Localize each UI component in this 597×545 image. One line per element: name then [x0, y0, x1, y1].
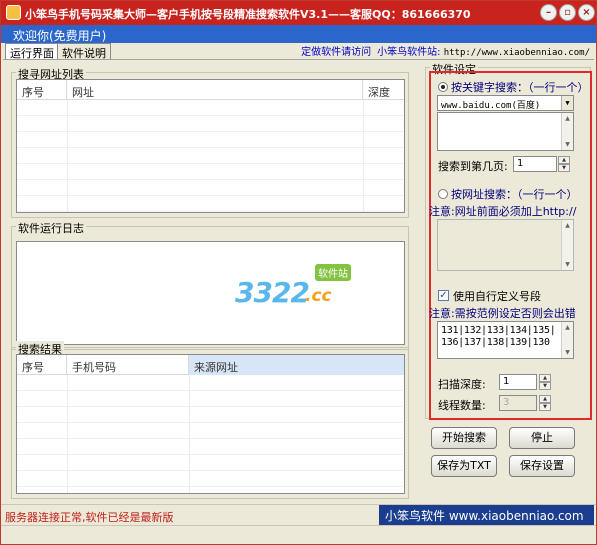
pages-label: 搜索到第几页: — [438, 160, 508, 173]
stepper-up-icon[interactable]: ▲ — [558, 156, 570, 164]
scroll-down-icon[interactable]: ▼ — [562, 347, 573, 358]
stop-button[interactable]: 停止 — [509, 427, 575, 449]
stepper-up-icon[interactable]: ▲ — [539, 395, 551, 403]
threads-stepper[interactable]: ▲ ▼ — [539, 395, 551, 411]
log-title: 软件运行日志 — [16, 220, 86, 236]
results-col-divider — [189, 375, 190, 493]
scroll-down-icon[interactable]: ▼ — [562, 139, 573, 150]
welcome-text: 欢迎你(免费用户) — [13, 29, 107, 43]
scroll-down-icon[interactable]: ▼ — [562, 259, 573, 270]
save-settings-button[interactable]: 保存设置 — [509, 455, 575, 477]
col-source-url[interactable]: 来源网址 — [189, 355, 404, 375]
stepper-up-icon[interactable]: ▲ — [539, 374, 551, 382]
search-engine-value: www.baidu.com(百度) — [441, 101, 541, 111]
url-col-divider — [363, 100, 364, 212]
results-rows — [17, 375, 404, 493]
watermark-suffix: .cc — [305, 286, 332, 306]
segments-scrollbar[interactable]: ▲ ▼ — [561, 322, 573, 358]
tab-run[interactable]: 运行界面 — [5, 43, 59, 60]
scroll-up-icon[interactable]: ▲ — [562, 220, 573, 231]
urls-textarea[interactable]: ▲ ▼ — [437, 219, 574, 271]
status-divider — [1, 525, 596, 526]
status-bar: 服务器连接正常,软件已经是最新版 小笨鸟软件 www.xiaobenniao.c… — [1, 504, 596, 544]
col-index[interactable]: 序号 — [17, 80, 67, 100]
keyword-search-radio[interactable] — [438, 82, 448, 92]
start-search-button[interactable]: 开始搜索 — [431, 427, 497, 449]
brand-banner[interactable]: 小笨鸟软件 www.xiaobenniao.com — [379, 505, 594, 525]
search-engine-select[interactable]: www.baidu.com(百度) ▼ — [437, 95, 574, 111]
col-url[interactable]: 网址 — [67, 80, 363, 100]
window-title: 小笨鸟手机号码采集大师—客户手机按号段精准搜索软件V3.1——客服QQ：8616… — [25, 8, 471, 21]
watermark-tag: 软件站 — [315, 264, 351, 281]
stepper-down-icon[interactable]: ▼ — [539, 403, 551, 411]
header-links: 定做软件请访问 小笨鸟软件站: http://www.xiaobenniao.co… — [301, 43, 590, 58]
keywords-textarea[interactable]: ▲ ▼ — [437, 112, 574, 151]
title-bar[interactable]: 小笨鸟手机号码采集大师—客户手机按号段精准搜索软件V3.1——客服QQ：8616… — [1, 1, 596, 25]
col-index[interactable]: 序号 — [17, 355, 67, 375]
watermark-number: 3322 — [235, 276, 310, 309]
tab-help[interactable]: 软件说明 — [57, 43, 111, 60]
minimize-icon[interactable]: – — [540, 4, 557, 21]
app-window: 小笨鸟手机号码采集大师—客户手机按号段精准搜索软件V3.1——客服QQ：8616… — [0, 0, 597, 545]
depth-label: 扫描深度: — [438, 378, 486, 391]
results-header: 序号 手机号码 来源网址 — [17, 355, 404, 375]
pages-input[interactable]: 1 — [513, 156, 557, 172]
url-list-header: 序号 网址 深度 — [17, 80, 404, 100]
segments-textarea[interactable]: 131|132|133|134|135| 136|137|138|139|130… — [437, 321, 574, 359]
custom-software-link[interactable]: 定做软件请访问 — [301, 47, 371, 58]
segments-text: 131|132|133|134|135| 136|137|138|139|130 — [441, 325, 556, 348]
url-list-table[interactable]: 序号 网址 深度 — [16, 79, 405, 213]
log-group: 软件运行日志 软件站 3322 .cc — [11, 220, 409, 350]
url-search-label: 按网址搜索：（一行一个） — [451, 188, 578, 201]
status-message: 服务器连接正常,软件已经是最新版 — [5, 511, 174, 524]
url-note: 注意:网址前面必须加上http:// — [429, 205, 577, 218]
keywords-scrollbar[interactable]: ▲ ▼ — [561, 113, 573, 150]
site-url-link[interactable]: http://www.xiaobenniao.com/ — [444, 48, 590, 58]
col-phone[interactable]: 手机号码 — [67, 355, 189, 375]
url-col-divider — [67, 100, 68, 212]
results-table[interactable]: 序号 手机号码 来源网址 — [16, 354, 405, 494]
threads-label: 线程数量: — [438, 399, 486, 412]
close-icon[interactable]: × — [578, 4, 595, 21]
scroll-up-icon[interactable]: ▲ — [562, 322, 573, 333]
results-group: 搜索结果 序号 手机号码 来源网址 — [11, 341, 409, 499]
custom-segment-label: 使用自行定义号段 — [453, 290, 541, 303]
stepper-down-icon[interactable]: ▼ — [558, 164, 570, 172]
site-label: 小笨鸟软件站: — [377, 47, 441, 58]
url-list-group: 搜寻网址列表 序号 网址 深度 — [11, 66, 409, 218]
results-col-divider — [67, 375, 68, 493]
chevron-down-icon[interactable]: ▼ — [561, 96, 573, 110]
depth-stepper[interactable]: ▲ ▼ — [539, 374, 551, 390]
scroll-up-icon[interactable]: ▲ — [562, 113, 573, 124]
log-textarea[interactable]: 软件站 3322 .cc — [16, 241, 405, 345]
segment-note: 注意:需按范例设定否则会出错 — [429, 307, 576, 320]
keyword-search-label: 按关键字搜索：（一行一个） — [451, 81, 589, 94]
urls-scrollbar[interactable]: ▲ ▼ — [561, 220, 573, 270]
restore-icon[interactable]: ▫ — [559, 4, 576, 21]
threads-input[interactable]: 3 — [499, 395, 537, 411]
pages-stepper[interactable]: ▲ ▼ — [558, 156, 570, 172]
col-depth[interactable]: 深度 — [363, 80, 404, 100]
url-list-rows — [17, 100, 404, 212]
app-bird-icon — [6, 5, 21, 20]
custom-segment-checkbox[interactable]: ✓ — [438, 290, 449, 301]
save-txt-button[interactable]: 保存为TXT — [431, 455, 497, 477]
welcome-bar: 欢迎你(免费用户) — [1, 25, 596, 43]
stepper-down-icon[interactable]: ▼ — [539, 382, 551, 390]
depth-input[interactable]: 1 — [499, 374, 537, 390]
url-search-radio[interactable] — [438, 189, 448, 199]
